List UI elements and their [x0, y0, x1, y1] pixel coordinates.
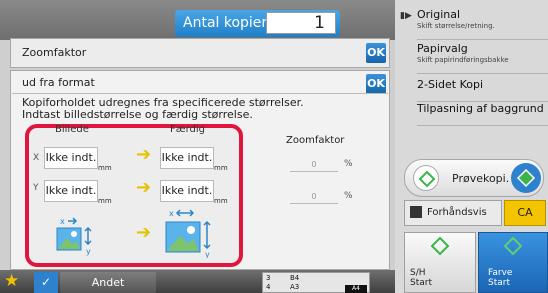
format-dialog-title: ud fra format — [22, 76, 95, 89]
favorite-star-icon[interactable]: ★ — [4, 271, 19, 291]
menu-item-subtitle: Skift papirindføringsbakke — [417, 56, 509, 64]
x-finished-field[interactable]: Ikke indt. — [160, 147, 214, 169]
unit-label: mm — [98, 164, 112, 172]
y-axis-label: Y — [33, 183, 39, 193]
clear-all-button[interactable]: CA — [504, 200, 546, 226]
svg-text:x: x — [169, 209, 174, 218]
zoom-factor-header: Zoomfaktor — [286, 135, 345, 146]
y-finished-field[interactable]: Ikke indt. — [160, 180, 214, 202]
color-start-icon — [503, 236, 523, 259]
svg-text:y: y — [205, 250, 210, 258]
arrow-right-icon: ➔ — [136, 177, 152, 198]
start-icon — [413, 165, 439, 191]
panel-collapse-icon[interactable]: ▮▶ — [400, 11, 412, 21]
arrow-right-icon: ➔ — [136, 222, 152, 243]
unit-label: mm — [214, 164, 228, 172]
menu-item-title: 2-Sidet Kopi — [417, 78, 483, 91]
bw-start-line1: S/H — [410, 268, 426, 278]
format-ok-button[interactable]: OK — [366, 74, 386, 94]
original-column-header: Billede — [55, 124, 89, 135]
menu-item-background[interactable]: Tilpasning af baggrund — [417, 102, 548, 126]
percent-label: % — [344, 159, 353, 169]
paper-size-badge: A4 — [345, 285, 367, 293]
menu-item-original[interactable]: Original Skift størrelse/retning. — [417, 8, 548, 40]
x-zoom-value: 0 — [290, 160, 338, 172]
preview-screen-icon — [410, 206, 422, 218]
unit-label: mm — [98, 197, 112, 205]
preview-screen-label: Forhåndsvis — [427, 207, 487, 218]
menu-item-title: Tilpasning af baggrund — [417, 102, 544, 115]
y-original-field[interactable]: Ikke indt. — [44, 180, 98, 202]
preview-copy-label: Prøvekopi. — [452, 172, 510, 185]
divider — [12, 93, 388, 94]
zoom-dialog-title: Zoomfaktor — [22, 46, 87, 59]
tray-size: A3 — [290, 283, 300, 291]
menu-item-paper-select[interactable]: Papirvalg Skift papirindføringsbakke — [417, 42, 548, 74]
color-preview-icon — [511, 163, 541, 193]
svg-text:y: y — [86, 247, 91, 256]
unit-label: mm — [214, 197, 228, 205]
bw-start-label: S/H Start — [410, 268, 432, 288]
description-line-2: Indtast billedstørrelse og færdig større… — [22, 109, 253, 120]
tray-number: 4 — [266, 283, 271, 291]
menu-item-subtitle: Skift størrelse/retning. — [417, 22, 495, 30]
color-start-line1: Farve — [488, 268, 513, 278]
menu-item-title: Papirvalg — [417, 42, 468, 55]
copies-label: Antal kopier — [183, 15, 268, 31]
other-button[interactable]: Andet — [60, 272, 156, 293]
svg-text:x: x — [60, 217, 65, 226]
finished-column-header: Færdig — [170, 124, 205, 135]
arrow-right-icon: ➔ — [136, 144, 152, 165]
finished-image-icon: x y — [163, 206, 213, 259]
checkmark-icon[interactable]: ✓ — [34, 272, 58, 293]
x-original-field[interactable]: Ikke indt. — [44, 147, 98, 169]
copies-input[interactable]: 1 — [266, 12, 336, 34]
color-start-label: Farve Start — [488, 268, 512, 288]
bw-start-line2: Start — [410, 278, 432, 288]
color-start-line2: Start — [488, 278, 510, 288]
description-line-1: Kopiforholdet udregnes fra specificerede… — [22, 96, 304, 109]
menu-item-duplex[interactable]: 2-Sidet Kopi — [417, 78, 548, 102]
tray-number: 3 — [266, 274, 271, 282]
original-image-icon: x y — [54, 214, 96, 256]
tray-size: B4 — [290, 274, 300, 282]
zoom-ok-button[interactable]: OK — [366, 43, 386, 63]
menu-item-title: Original — [417, 8, 461, 21]
bw-start-icon — [430, 236, 450, 259]
x-axis-label: X — [33, 153, 40, 163]
percent-label: % — [344, 191, 353, 201]
y-zoom-value: 0 — [290, 192, 338, 204]
